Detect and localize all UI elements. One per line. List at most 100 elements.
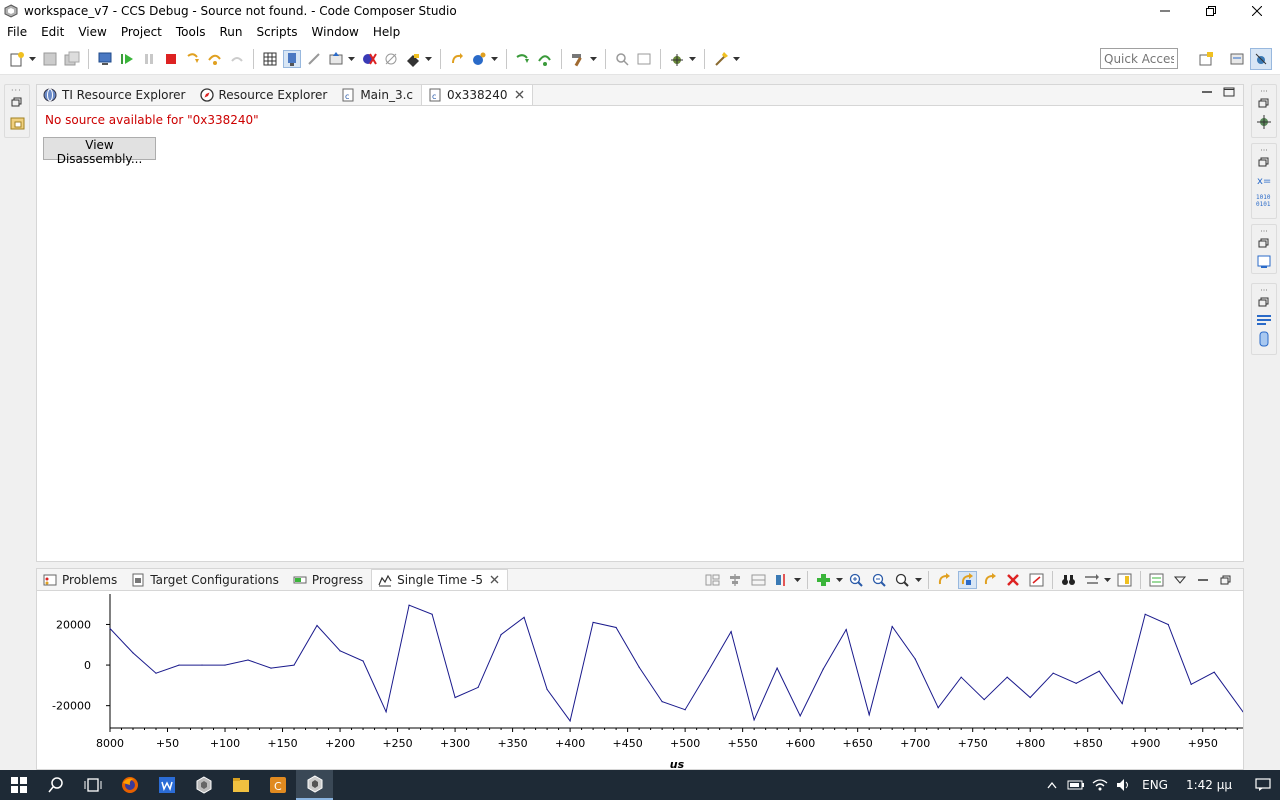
refresh-on-halt-button[interactable] (981, 571, 1000, 589)
view-menu-button[interactable] (1170, 571, 1189, 589)
drag-handle[interactable]: ··· (1260, 286, 1268, 295)
quick-access-input[interactable] (1100, 48, 1178, 69)
restore-icon[interactable] (1258, 297, 1270, 307)
connect-target-button[interactable] (283, 49, 301, 68)
drag-handle[interactable]: ··· (1260, 87, 1268, 96)
taskbar-firefox[interactable] (111, 770, 148, 800)
menu-view[interactable]: View (71, 22, 113, 43)
taskbar-search-button[interactable] (37, 770, 74, 800)
taskbar-file-explorer[interactable] (222, 770, 259, 800)
clock-dropdown[interactable] (424, 50, 432, 68)
volume-button[interactable] (1112, 778, 1136, 792)
graph-cursor-button[interactable] (772, 571, 791, 589)
menu-tools[interactable]: Tools (169, 22, 213, 43)
build-dropdown[interactable] (589, 50, 597, 68)
terminate-button[interactable] (162, 50, 180, 68)
input-language[interactable]: ENG (1142, 778, 1168, 792)
new-dropdown[interactable] (28, 50, 36, 68)
cursor-dropdown[interactable] (793, 578, 801, 582)
drag-handle[interactable]: ··· (11, 86, 22, 95)
restore-icon[interactable] (1258, 238, 1270, 248)
menu-file[interactable]: File (0, 22, 34, 43)
zoom-dropdown[interactable] (914, 578, 922, 582)
refresh-button[interactable] (935, 571, 954, 589)
open-perspective-button[interactable] (1195, 48, 1217, 70)
menu-edit[interactable]: Edit (34, 22, 71, 43)
debug-icon[interactable] (1256, 114, 1272, 130)
single-time-graph[interactable]: 20000 0 -20000 8000 +50 +100 +150 +200 +250 +300… (37, 592, 1243, 770)
find-button[interactable] (1059, 571, 1078, 589)
clock[interactable]: 1:42 μμ (1186, 778, 1232, 792)
save-button[interactable] (41, 50, 59, 68)
task-view-button[interactable] (74, 770, 111, 800)
memory-icon[interactable] (1256, 331, 1272, 347)
load-dropdown[interactable] (347, 50, 355, 68)
close-window-button[interactable] (1234, 0, 1280, 22)
tab-0x338240[interactable]: c 0x338240 (421, 84, 533, 105)
battery-button[interactable] (1064, 779, 1088, 791)
tab-single-time[interactable]: Single Time -5 (371, 569, 508, 590)
show-legend-button[interactable] (1147, 571, 1166, 589)
debug-config-dropdown[interactable] (688, 50, 696, 68)
zoom-fit-button[interactable] (893, 571, 912, 589)
new-button[interactable] (8, 50, 26, 68)
launch-dropdown[interactable] (732, 50, 740, 68)
window-button[interactable] (635, 50, 653, 68)
suspend-button[interactable] (140, 50, 158, 68)
taskbar-app-cube[interactable] (185, 770, 222, 800)
registers-icon[interactable]: 10100101 (1256, 193, 1272, 207)
restore-view-button[interactable] (1216, 571, 1235, 589)
menu-project[interactable]: Project (114, 22, 169, 43)
taskbar-code-composer-studio[interactable] (296, 770, 333, 800)
restore-icon[interactable] (1258, 157, 1270, 167)
restore-icon[interactable] (1258, 98, 1270, 108)
minimize-view-icon[interactable] (1201, 87, 1213, 97)
step-over-button[interactable] (206, 50, 224, 68)
assembly-step-into-button[interactable] (514, 50, 532, 68)
graph-properties-button[interactable] (1115, 571, 1134, 589)
launch-button[interactable] (712, 50, 730, 68)
add-measurement-button[interactable] (814, 571, 833, 589)
assembly-step-over-button[interactable] (536, 50, 554, 68)
import-export-dropdown[interactable] (1103, 578, 1111, 582)
graph-layout-button[interactable] (703, 571, 722, 589)
tab-main-3-c[interactable]: c Main_3.c (335, 84, 421, 105)
debug-view-button[interactable] (96, 50, 114, 68)
action-center-button[interactable] (1246, 778, 1280, 792)
minimize-window-button[interactable] (1142, 0, 1188, 22)
restart-button[interactable] (448, 50, 466, 68)
graph-align-button[interactable] (726, 571, 745, 589)
disassembly-icon[interactable] (1256, 313, 1272, 327)
menu-window[interactable]: Window (305, 22, 366, 43)
remove-breakpoints-button[interactable] (360, 50, 378, 68)
search-button[interactable] (613, 50, 631, 68)
restore-icon[interactable] (11, 97, 23, 107)
drag-handle[interactable]: ··· (1260, 146, 1268, 155)
step-return-button[interactable] (228, 50, 246, 68)
project-explorer-icon[interactable] (10, 115, 26, 131)
zoom-out-button[interactable] (870, 571, 889, 589)
view-disassembly-button[interactable]: View Disassembly... (43, 137, 156, 166)
show-hidden-icons-button[interactable] (1040, 781, 1064, 789)
menu-help[interactable]: Help (366, 22, 407, 43)
tab-resource-explorer[interactable]: Resource Explorer (194, 84, 336, 105)
ccs-debug-perspective-button[interactable] (1250, 48, 1272, 70)
graph-split-button[interactable] (749, 571, 768, 589)
clock-button[interactable] (404, 50, 422, 68)
reset-button[interactable] (470, 50, 488, 68)
tab-close-button[interactable] (490, 574, 499, 587)
network-button[interactable] (1088, 778, 1112, 792)
restore-window-button[interactable] (1188, 0, 1234, 22)
taskbar-app-orange[interactable]: C (259, 770, 296, 800)
tab-close-button[interactable] (515, 89, 524, 102)
load-program-button[interactable] (327, 50, 345, 68)
tab-ti-resource-explorer[interactable]: TI Resource Explorer (37, 84, 194, 105)
skip-breakpoints-button[interactable] (382, 50, 400, 68)
add-dropdown[interactable] (835, 578, 843, 582)
clear-graph-button[interactable] (1027, 571, 1046, 589)
resume-button[interactable] (118, 50, 136, 68)
disconnect-button[interactable] (305, 50, 323, 68)
reset-dropdown[interactable] (490, 50, 498, 68)
console-icon[interactable] (1256, 254, 1272, 270)
taskbar-word[interactable] (148, 770, 185, 800)
